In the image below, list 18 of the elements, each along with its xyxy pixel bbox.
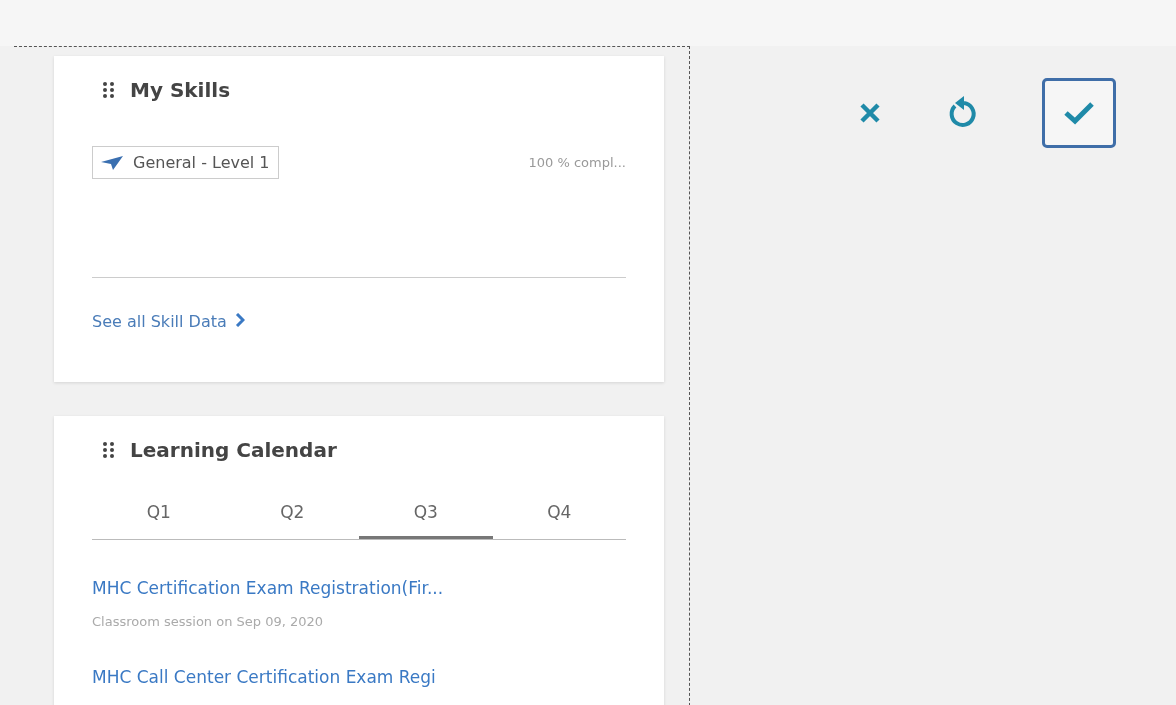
session-text: Classroom session on Sep 09, 2020	[92, 614, 325, 629]
course-link[interactable]: MHC Certification Exam Registration(Fir...	[92, 578, 444, 598]
skill-tag[interactable]: General - Level 1	[92, 146, 279, 179]
chevron-right-icon[interactable]	[234, 313, 245, 327]
quarter-tab[interactable]: Q3	[359, 502, 493, 539]
card-title: My Skills	[130, 78, 231, 102]
completion-text: 100 % compl...	[528, 155, 626, 170]
see-all-link[interactable]: See all Skill Data	[92, 312, 227, 331]
quarter-tab[interactable]: Q1	[92, 502, 226, 539]
drag-handle-icon[interactable]	[102, 441, 116, 459]
drag-handle-icon[interactable]	[102, 81, 116, 99]
paper-plane-icon	[101, 155, 123, 170]
course-link[interactable]: MHC Call Center Certification Exam Regi	[92, 667, 436, 687]
close-icon[interactable]	[858, 101, 882, 125]
quarter-tab[interactable]: Q2	[225, 502, 359, 539]
quarter-tab[interactable]: Q4	[492, 502, 626, 539]
card-title: Learning Calendar	[130, 438, 337, 462]
confirm-button[interactable]	[1042, 78, 1116, 148]
